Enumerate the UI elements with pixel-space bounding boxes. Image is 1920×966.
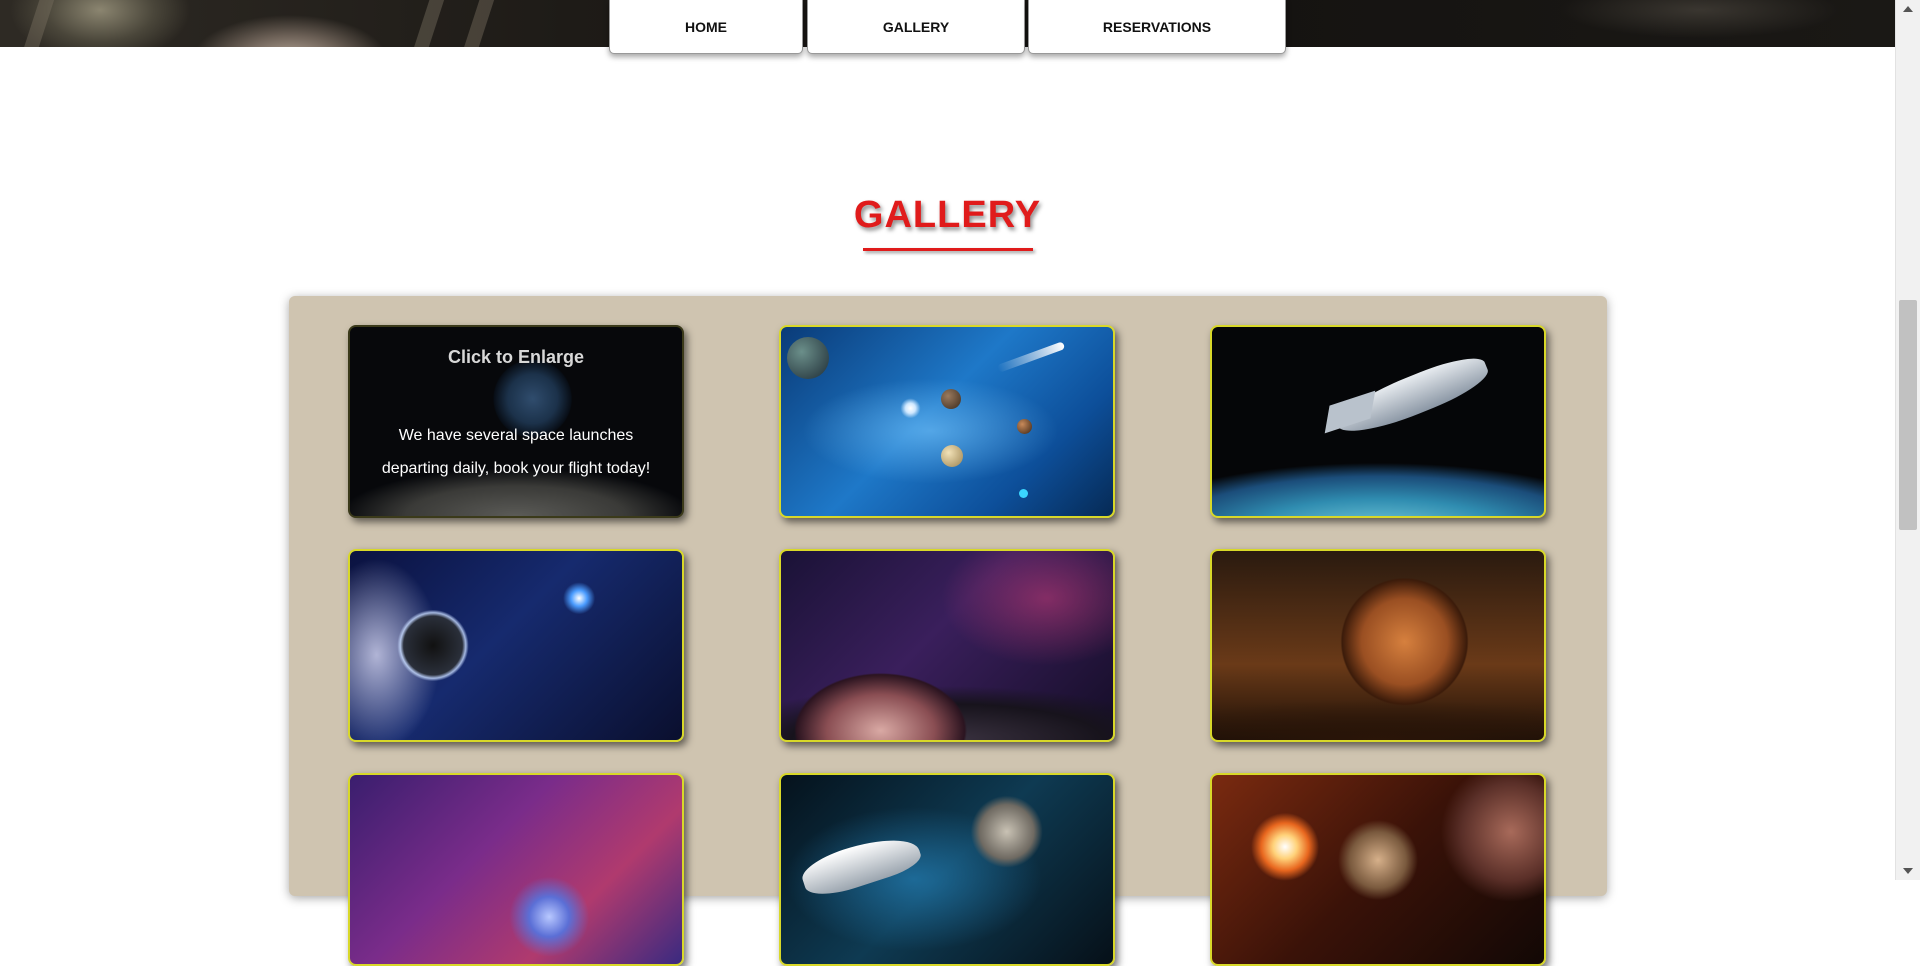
planet-graphic — [941, 389, 961, 409]
overlay-heading: Click to Enlarge — [447, 347, 585, 367]
page-title: GALLERY — [853, 194, 1042, 236]
nav-gallery-button[interactable]: GALLERY — [807, 0, 1025, 54]
enlarge-overlay: Click to Enlarge We have several space l… — [350, 327, 682, 516]
banner-streak — [17, 0, 57, 47]
overlay-text: We have several space launches departing… — [381, 427, 651, 477]
gallery-image-purple-planet[interactable] — [348, 773, 684, 966]
title-underline — [863, 248, 1033, 251]
gallery-image-mars-meteors[interactable] — [1210, 549, 1546, 742]
nav-home-button[interactable]: HOME — [609, 0, 803, 54]
scroll-down-icon[interactable] — [1903, 868, 1913, 874]
banner-streak — [457, 0, 497, 47]
gallery-image-solar-system[interactable] — [779, 325, 1115, 518]
scroll-thumb[interactable] — [1899, 300, 1917, 530]
gallery-image-space-shuttle[interactable] — [779, 773, 1115, 966]
gallery-image-nebula-planets[interactable] — [348, 549, 684, 742]
page-scrollbar[interactable] — [1895, 0, 1920, 880]
banner-streak — [407, 0, 447, 47]
gallery-image-earth-moon[interactable]: Click to Enlarge We have several space l… — [348, 325, 684, 518]
planet-graphic — [1017, 419, 1032, 434]
gallery-image-spaceship-earth[interactable] — [1210, 325, 1546, 518]
comet-graphic — [996, 341, 1066, 373]
gallery-image-gas-giant[interactable] — [779, 549, 1115, 742]
shuttle-graphic — [797, 827, 925, 903]
planet-graphic — [787, 337, 829, 379]
scroll-up-icon[interactable] — [1903, 6, 1913, 12]
gallery-image-sun-planets[interactable] — [1210, 773, 1546, 966]
nav-reservations-button[interactable]: RESERVATIONS — [1028, 0, 1286, 54]
planet-graphic — [941, 445, 963, 467]
gallery-panel: Click to Enlarge We have several space l… — [289, 296, 1607, 966]
planet-graphic — [1019, 489, 1028, 498]
